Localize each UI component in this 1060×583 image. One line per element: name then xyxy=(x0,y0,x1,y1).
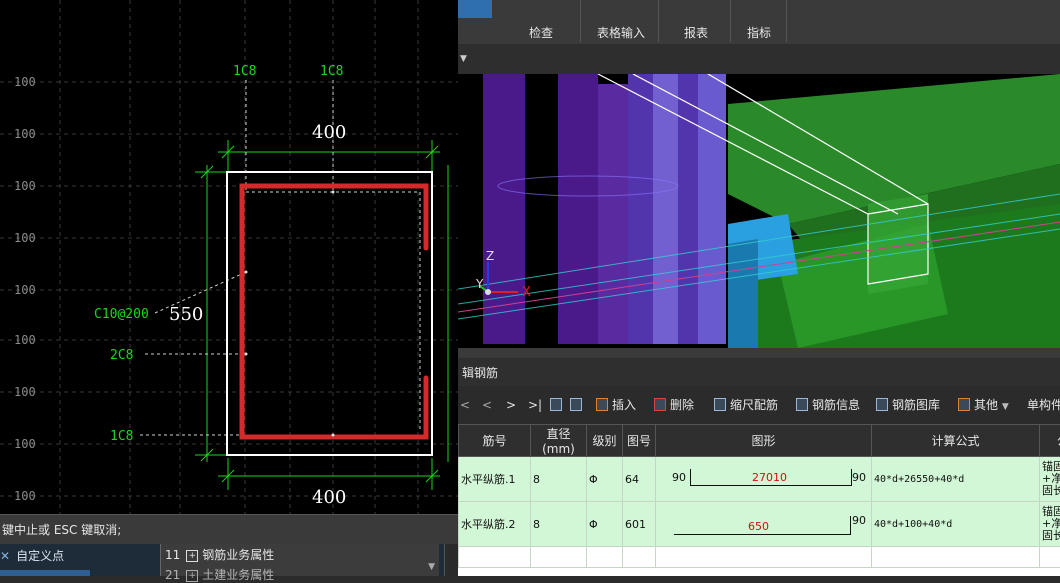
nav-last-button[interactable]: >| xyxy=(528,397,542,413)
scale-rebar-button[interactable]: 缩尺配筋 xyxy=(714,397,778,413)
chevron-down-icon: ▼ xyxy=(1002,402,1009,412)
ribbon: 检查 表格输入 报表 指标 xyxy=(458,0,1060,45)
view-toolbar: ▼ xyxy=(458,44,1060,75)
col-header[interactable]: 直径(mm) xyxy=(531,425,587,457)
scale-icon xyxy=(714,398,726,411)
ribbon-group-report[interactable]: 报表 xyxy=(661,24,731,42)
top-bar-label: 1C8 xyxy=(320,64,343,79)
grid-label: 100 xyxy=(14,127,36,141)
table-row-empty[interactable] xyxy=(459,547,1060,568)
grid-label: 100 xyxy=(14,333,36,347)
delete-icon xyxy=(654,398,666,411)
shape-length: 650 xyxy=(748,520,769,533)
dim-top: 400 xyxy=(312,122,346,143)
cell-shape[interactable]: 90 27010 90 xyxy=(656,457,872,502)
attr-row[interactable]: 21+土建业务属性 xyxy=(165,566,274,583)
insert-button[interactable]: 插入 xyxy=(596,397,636,413)
cell-grade[interactable]: Φ xyxy=(587,502,623,547)
grid-label: 100 xyxy=(14,179,36,193)
axis-x-label: X xyxy=(522,285,531,300)
splitter[interactable] xyxy=(444,544,459,576)
rebar-table[interactable]: 筋号 直径(mm) 级别 图号 图形 计算公式 公式 水平纵筋.1 8 Φ 64… xyxy=(458,424,1060,576)
side-bar-label: 2C8 xyxy=(110,348,133,363)
expand-icon[interactable]: + xyxy=(186,550,198,562)
col-header[interactable]: 筋号 xyxy=(459,425,531,457)
chevron-down-icon[interactable]: ▼ xyxy=(460,54,467,64)
nav-prev-button[interactable]: < xyxy=(482,397,492,413)
cell-diameter[interactable]: 8 xyxy=(531,502,587,547)
shape-right: 90 xyxy=(852,514,866,527)
delete-button[interactable]: 删除 xyxy=(654,397,694,413)
cell-formula[interactable]: 40*d+26550+40*d xyxy=(872,457,1040,502)
top-bar-label: 1C8 xyxy=(233,64,256,79)
cad-section-view[interactable]: 100 100 100 100 100 100 100 100 100 1C8 … xyxy=(0,0,458,514)
table-header: 筋号 直径(mm) 级别 图号 图形 计算公式 公式 xyxy=(459,425,1060,457)
grid-label: 100 xyxy=(14,385,36,399)
property-panel[interactable]: 11+钢筋业务属性 21+土建业务属性 ▼ xyxy=(160,544,439,576)
cell-desc[interactable]: 锚固 +净 固长 xyxy=(1040,457,1060,502)
insert-icon xyxy=(596,398,608,411)
col-header[interactable]: 计算公式 xyxy=(872,425,1040,457)
move-down-icon[interactable] xyxy=(570,397,586,413)
library-icon xyxy=(876,398,888,411)
horizontal-splitter[interactable] xyxy=(458,348,1060,358)
single-component-button[interactable]: 单构件 xyxy=(1027,397,1060,413)
rebar-library-button[interactable]: 钢筋图库 xyxy=(876,397,940,413)
grid-label: 100 xyxy=(14,231,36,245)
shape-left: 90 xyxy=(672,471,686,484)
cell-formula[interactable]: 40*d+100+40*d xyxy=(872,502,1040,547)
cell-fig-no[interactable]: 64 xyxy=(623,457,656,502)
cell-desc[interactable]: 锚固 +净 固长 xyxy=(1040,502,1060,547)
editor-toolbar: < < > >| 插入 删除 缩尺配筋 钢筋信息 钢筋图库 其他 ▼ 单构件 xyxy=(458,386,1060,424)
stirrup-label: C10@200 xyxy=(94,307,149,322)
nav-next-button[interactable]: > xyxy=(506,397,516,413)
panel-title: 辑钢筋 xyxy=(458,358,1060,386)
cell-shape[interactable]: 650 90 xyxy=(656,502,872,547)
attr-row[interactable]: 11+钢筋业务属性 xyxy=(165,546,274,563)
nav-first-button[interactable]: < xyxy=(460,397,470,413)
move-up-icon[interactable] xyxy=(550,397,566,413)
axis-y-label: Y xyxy=(475,277,484,291)
cross-icon: ✕ xyxy=(0,549,10,563)
other-icon xyxy=(958,398,970,411)
rebar-info-button[interactable]: 钢筋信息 xyxy=(796,397,860,413)
other-button[interactable]: 其他 ▼ xyxy=(958,397,1009,413)
cell-diameter[interactable]: 8 xyxy=(531,457,587,502)
command-line[interactable]: 键中止或 ESC 键取消; xyxy=(0,514,458,544)
chevron-down-icon[interactable]: ▼ xyxy=(428,562,435,572)
shape-right: 90 xyxy=(852,471,866,484)
grid-label: 100 xyxy=(14,283,36,297)
axis-z-label: Z xyxy=(486,249,494,263)
dim-bottom: 400 xyxy=(312,487,346,508)
cell-fig-no[interactable]: 601 xyxy=(623,502,656,547)
info-icon xyxy=(796,398,808,411)
ribbon-group-table-input[interactable]: 表格输入 xyxy=(586,24,656,42)
col-header[interactable]: 级别 xyxy=(587,425,623,457)
grid-label: 100 xyxy=(14,75,36,89)
ribbon-group-check[interactable]: 检查 xyxy=(506,24,576,42)
ribbon-group-index[interactable]: 指标 xyxy=(724,24,794,42)
table-row[interactable]: 水平纵筋.2 8 Φ 601 650 90 40*d+100+40*d 锚固 +… xyxy=(459,502,1060,547)
shape-length: 27010 xyxy=(752,471,787,484)
custom-point-item[interactable]: ✕自定义点 xyxy=(0,546,64,566)
dim-side: 550 xyxy=(169,304,203,325)
3d-model: X Y Z xyxy=(458,74,1060,348)
col-header[interactable]: 图号 xyxy=(623,425,656,457)
col-header[interactable]: 图形 xyxy=(656,425,872,457)
cell-name[interactable]: 水平纵筋.2 xyxy=(459,502,531,547)
section-drawing: 100 100 100 100 100 100 100 100 100 1C8 … xyxy=(0,0,458,514)
grid-label: 100 xyxy=(14,489,36,503)
cell-grade[interactable]: Φ xyxy=(587,457,623,502)
col-header[interactable]: 公式 xyxy=(1040,425,1060,457)
cell-name[interactable]: 水平纵筋.1 xyxy=(459,457,531,502)
table-row[interactable]: 水平纵筋.1 8 Φ 64 90 27010 90 40*d+26550+40*… xyxy=(459,457,1060,502)
grid-label: 100 xyxy=(14,437,36,451)
3d-view[interactable]: X Y Z xyxy=(458,74,1060,348)
ribbon-active-tab[interactable] xyxy=(458,0,492,18)
bottom-bar-label: 1C8 xyxy=(110,429,133,444)
